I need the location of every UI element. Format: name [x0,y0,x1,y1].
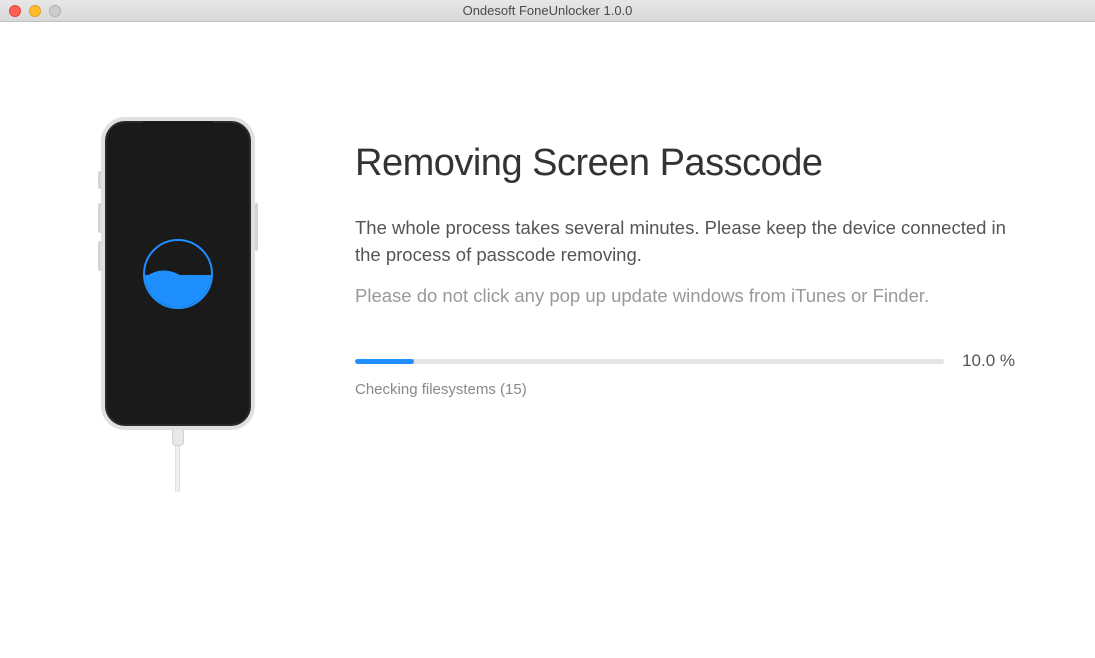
phone-illustration-section [0,22,355,492]
progress-fill [355,359,414,364]
cable-icon [168,430,188,492]
maximize-button [49,5,61,17]
phone-notch [143,121,213,135]
phone-mute-switch [98,171,101,189]
main-content: Removing Screen Passcode The whole proce… [0,22,1095,658]
progress-bar [355,359,944,364]
minimize-button[interactable] [29,5,41,17]
cable-connector [172,428,184,446]
warning-text: Please do not click any pop up update wi… [355,283,1015,310]
phone-power-button [255,203,258,251]
circle-fill [145,275,211,307]
window-controls [0,5,61,17]
window-title: Ondesoft FoneUnlocker 1.0.0 [0,3,1095,18]
phone-wrapper [101,117,255,492]
progress-percent-label: 10.0 % [962,351,1015,371]
window-titlebar: Ondesoft FoneUnlocker 1.0.0 [0,0,1095,22]
phone-device-icon [101,117,255,430]
cable-wire [175,446,180,492]
description-text: The whole process takes several minutes.… [355,215,1015,269]
page-heading: Removing Screen Passcode [355,142,1015,185]
phone-volume-up [98,203,101,233]
phone-volume-down [98,241,101,271]
progress-status-text: Checking filesystems (15) [355,381,1015,398]
text-section: Removing Screen Passcode The whole proce… [355,22,1095,398]
progress-circle-icon [143,239,213,309]
progress-row: 10.0 % [355,351,1015,371]
close-button[interactable] [9,5,21,17]
